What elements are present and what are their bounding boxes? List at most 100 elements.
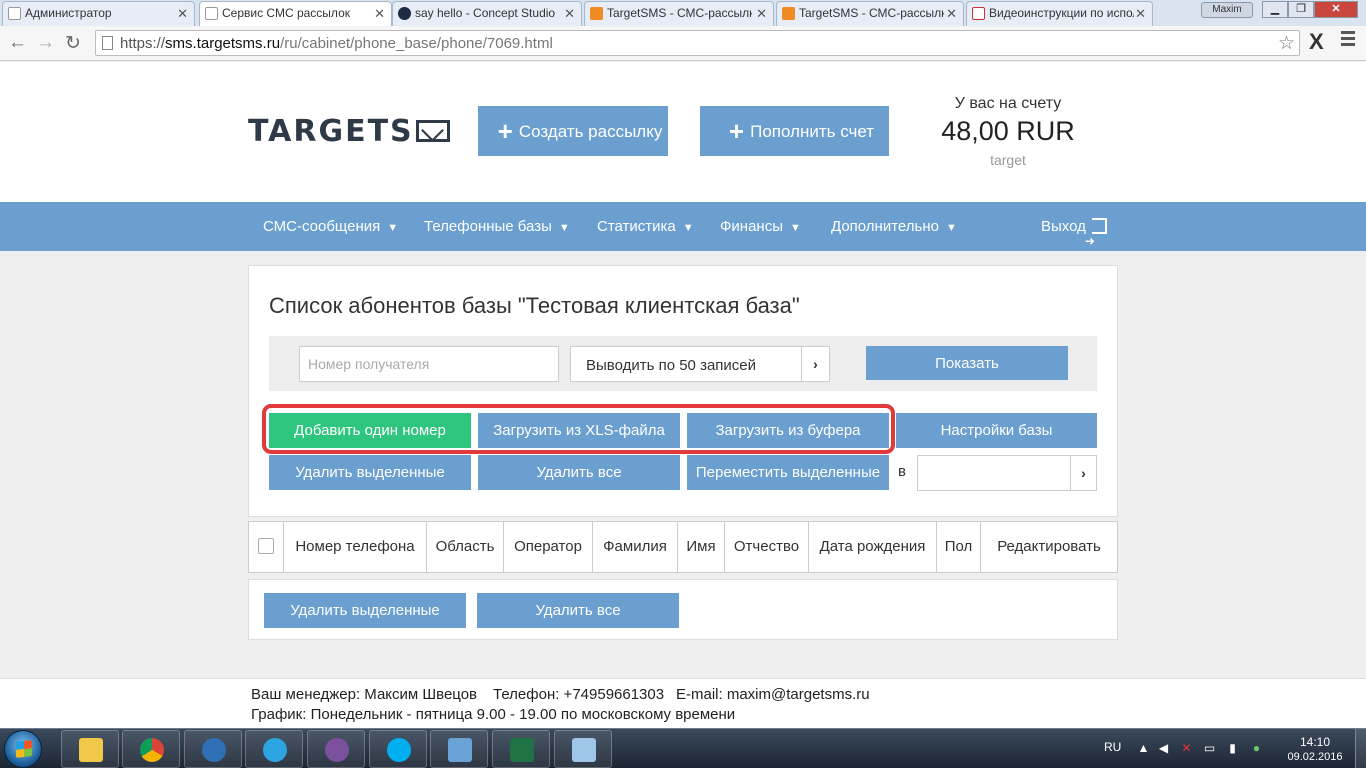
column-header[interactable]: Пол [937, 522, 981, 572]
excel-taskbar-icon[interactable] [492, 730, 550, 768]
nav-item-more[interactable]: Дополнительно ▼ [831, 202, 957, 253]
create-mailing-button[interactable]: + Создать рассылку [478, 106, 668, 156]
close-icon[interactable]: ✕ [946, 2, 957, 25]
per-page-select[interactable]: Выводить по 50 записей › [570, 346, 830, 382]
skype-taskbar-icon[interactable] [369, 730, 427, 768]
subscribers-table: Номер телефона Область Оператор Фамилия … [248, 521, 1118, 573]
browser-tab-1[interactable]: Администратор ✕ [2, 1, 195, 26]
plus-icon: + [497, 116, 513, 146]
topup-balance-button[interactable]: + Пополнить счет [700, 106, 889, 156]
chevron-right-icon[interactable]: › [801, 347, 829, 381]
chevron-down-icon: ▼ [558, 222, 570, 234]
back-arrow-icon[interactable]: ← [8, 32, 27, 54]
volume-icon[interactable]: ◀ [1157, 742, 1170, 755]
browser-tab-3[interactable]: say hello - Concept Studio ✕ [392, 1, 582, 26]
page-icon [205, 7, 218, 20]
browser-user-badge[interactable]: Maxim [1201, 2, 1253, 18]
move-selected-button[interactable]: Переместить выделенные [687, 455, 889, 490]
network-error-icon[interactable]: ✕ [1180, 742, 1193, 755]
chrome-taskbar-icon[interactable] [122, 730, 180, 768]
column-header[interactable]: Оператор [504, 522, 593, 572]
usb-icon[interactable]: ▭ [1203, 742, 1216, 755]
explorer-taskbar-icon[interactable] [61, 730, 119, 768]
close-icon[interactable]: ✕ [756, 2, 767, 25]
gmail-icon [972, 7, 985, 20]
base-settings-button[interactable]: Настройки базы [896, 413, 1097, 448]
nav-item-phone-bases[interactable]: Телефонные базы ▼ [424, 202, 570, 253]
page-title: Список абонентов базы "Тестовая клиентск… [269, 293, 800, 318]
clock-time[interactable]: 14:10 [1290, 735, 1340, 749]
url-field[interactable]: https://sms.targetsms.ru/ru/cabinet/phon… [95, 30, 1300, 56]
show-desktop-button[interactable] [1355, 729, 1366, 768]
chevron-down-icon: ▼ [789, 222, 801, 234]
clock-date[interactable]: 09.02.2016 [1283, 751, 1347, 763]
signal-icon[interactable]: ▮ [1226, 742, 1239, 755]
tab-title: Видеоинструкции по использованию [989, 6, 1134, 20]
nav-item-finance[interactable]: Финансы ▼ [720, 202, 801, 253]
sync-icon[interactable]: ● [1250, 742, 1263, 755]
column-header[interactable]: Фамилия [593, 522, 678, 572]
targetsms-logo[interactable]: TARGETS [248, 114, 450, 149]
photo-viewer-taskbar-icon[interactable] [430, 730, 488, 768]
select-all-checkbox[interactable] [258, 538, 274, 554]
logout-link[interactable]: Выход [1041, 202, 1107, 266]
start-button[interactable] [4, 730, 42, 768]
language-indicator[interactable]: RU [1104, 740, 1121, 754]
window-close-button[interactable]: ✕ [1314, 1, 1358, 18]
recipient-number-input[interactable] [299, 346, 559, 382]
bottom-delete-all-button[interactable]: Удалить все [477, 593, 679, 628]
browser-tab-5[interactable]: TargetSMS - СМС-рассылки ✕ [776, 1, 964, 26]
minimize-button[interactable]: ▁ [1262, 1, 1288, 18]
column-header[interactable]: Дата рождения [809, 522, 937, 572]
delete-all-button[interactable]: Удалить все [478, 455, 680, 490]
bottom-delete-selected-button[interactable]: Удалить выделенные [264, 593, 466, 628]
manager-email[interactable]: E-mail: maxim@targetsms.ru [676, 686, 870, 703]
target-base-select[interactable]: › [917, 455, 1097, 491]
maximize-button[interactable]: ❐ [1288, 1, 1314, 18]
forward-arrow-icon[interactable]: → [36, 32, 55, 54]
column-header[interactable]: Редактировать [981, 522, 1117, 572]
highlight-annotation [262, 404, 895, 454]
close-icon[interactable]: ✕ [374, 2, 385, 25]
tab-title: TargetSMS - СМС-рассылки [799, 6, 944, 20]
viber-taskbar-icon[interactable] [307, 730, 365, 768]
chevron-down-icon: ▼ [682, 222, 694, 234]
site-header: TARGETS + Создать рассылку + Пополнить сче… [0, 62, 1366, 202]
nav-item-statistics[interactable]: Статистика ▼ [597, 202, 694, 253]
close-icon[interactable]: ✕ [564, 2, 575, 25]
browser-tab-6[interactable]: Видеоинструкции по использованию ✕ [966, 1, 1153, 26]
nav-item-sms[interactable]: СМС-сообщения ▼ [263, 202, 398, 253]
extension-icon[interactable]: X [1309, 29, 1324, 55]
tab-title: say hello - Concept Studio [415, 6, 556, 20]
work-schedule: График: Понедельник - пятница 9.00 - 19.… [251, 706, 736, 723]
bookmark-star-icon[interactable]: ☆ [1278, 32, 1295, 55]
chevron-right-icon[interactable]: › [1070, 456, 1096, 490]
column-header[interactable]: Область [427, 522, 504, 572]
close-icon[interactable]: ✕ [1135, 2, 1146, 25]
windows-taskbar: RU ▲ ◀ ✕ ▭ ▮ ● 14:10 09.02.2016 [0, 728, 1366, 768]
plus-icon: + [728, 116, 745, 146]
page-info-icon[interactable] [102, 36, 113, 50]
show-button[interactable]: Показать [866, 346, 1068, 380]
page-icon [8, 7, 21, 20]
main-nav: СМС-сообщения ▼ Телефонные базы ▼ Статисти… [0, 202, 1366, 266]
envelope-icon [415, 120, 450, 142]
move-in-label: в [898, 463, 906, 480]
paint-taskbar-icon[interactable] [554, 730, 612, 768]
browser-menu-icon[interactable] [1341, 31, 1355, 49]
browser-tab-2[interactable]: Сервис СМС рассылок ✕ [199, 1, 392, 26]
telegram-taskbar-icon[interactable] [245, 730, 303, 768]
column-header[interactable]: Отчество [725, 522, 809, 572]
browser-tab-4[interactable]: TargetSMS - СМС-рассылки ✕ [584, 1, 774, 26]
column-header[interactable]: Номер телефона [284, 522, 427, 572]
select-all-cell [249, 522, 284, 572]
site-footer: Ваш менеджер: Максим Швецов Телефон: +74… [0, 678, 1366, 728]
manager-phone: Телефон: +74959661303 [493, 686, 665, 703]
thunderbird-taskbar-icon[interactable] [184, 730, 242, 768]
close-icon[interactable]: ✕ [177, 2, 188, 25]
delete-selected-button[interactable]: Удалить выделенные [269, 455, 471, 490]
reload-icon[interactable]: ↻ [65, 32, 81, 55]
arrow-up-icon[interactable]: ▲ [1137, 742, 1150, 755]
column-header[interactable]: Имя [678, 522, 725, 572]
per-page-value: Выводить по 50 записей [586, 357, 757, 374]
